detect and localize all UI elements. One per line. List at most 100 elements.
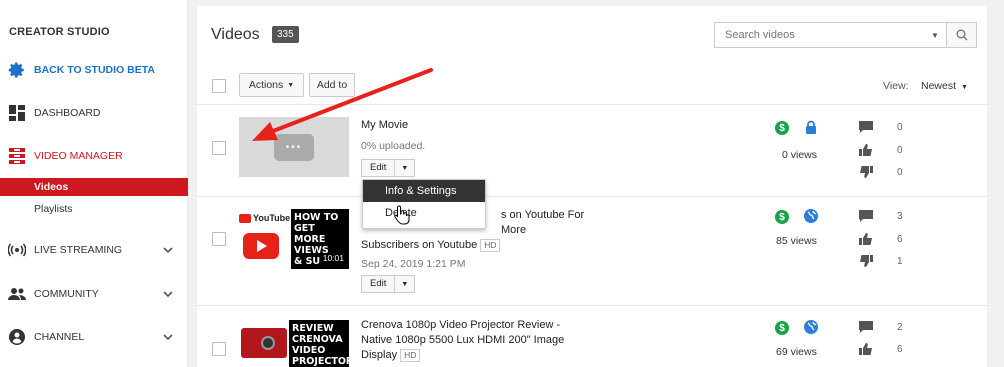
sidebar-subitem-videos[interactable]: Videos <box>0 178 188 196</box>
projector-image <box>241 328 287 358</box>
search-button[interactable] <box>946 23 976 47</box>
edit-label: Edit <box>362 160 396 176</box>
video-title-line2[interactable]: Native 1080p 5500 Lux HDMI 200" Image <box>361 332 564 348</box>
menu-item-delete[interactable]: Delete <box>363 202 485 224</box>
add-to-button[interactable]: Add to <box>309 73 355 97</box>
actions-button[interactable]: Actions ▼ <box>239 73 304 97</box>
edit-dropdown-menu: Info & Settings Delete <box>362 179 486 229</box>
hand-cursor-icon <box>394 205 410 225</box>
play-icon <box>243 233 279 259</box>
upload-status: 0% uploaded. <box>361 140 426 152</box>
sidebar: CREATOR STUDIO BACK TO STUDIO BETA DASHB… <box>0 0 188 367</box>
sidebar-item-label: COMMUNITY <box>34 288 99 300</box>
like-count: 6 <box>897 234 903 245</box>
view-sort-value: Newest <box>921 80 957 92</box>
chevron-down-icon[interactable] <box>162 288 174 300</box>
youtube-logo: YouTube <box>239 213 290 223</box>
sidebar-item-live-streaming[interactable]: LIVE STREAMING <box>0 237 188 263</box>
edit-dropdown-icon[interactable]: ▼ <box>395 281 414 288</box>
sidebar-item-channel[interactable]: CHANNEL <box>0 324 188 350</box>
sidebar-item-dashboard[interactable]: DASHBOARD <box>0 100 188 126</box>
sidebar-item-label: DASHBOARD <box>34 107 101 119</box>
duration-label: 10:01 <box>320 253 346 263</box>
view-count: 0 views <box>782 149 818 161</box>
video-manager-panel: Videos 335 ▼ Actions▼ Add to View: Newes… <box>197 6 987 367</box>
comment-icon <box>859 121 873 133</box>
row-checkbox[interactable] <box>212 232 226 246</box>
comment-icon <box>859 321 873 333</box>
video-manager-icon <box>8 147 26 165</box>
sidebar-subitem-playlists[interactable]: Playlists <box>0 200 188 218</box>
thumbs-up-icon <box>859 233 872 245</box>
view-label: View: <box>883 80 909 92</box>
video-title-line2[interactable]: More <box>501 222 526 238</box>
chevron-down-icon[interactable] <box>162 244 174 256</box>
public-globe-icon <box>804 209 818 223</box>
people-icon <box>8 285 26 303</box>
edit-label: Edit <box>362 276 396 292</box>
page-title: Videos <box>211 26 260 43</box>
processing-placeholder-icon: ••• <box>274 134 314 161</box>
live-icon <box>8 241 26 259</box>
sidebar-item-label: CHANNEL <box>34 331 85 343</box>
sidebar-item-label: LIVE STREAMING <box>34 244 123 256</box>
hd-badge: HD <box>400 349 421 362</box>
public-globe-icon <box>804 320 818 334</box>
private-lock-icon <box>806 120 816 134</box>
channel-icon <box>8 328 26 346</box>
thumbs-up-icon <box>859 343 872 355</box>
row-checkbox[interactable] <box>212 342 226 356</box>
caret-down-icon: ▼ <box>961 84 968 91</box>
comment-count: 3 <box>897 211 903 222</box>
like-count: 6 <box>897 344 903 355</box>
chevron-down-icon[interactable] <box>162 331 174 343</box>
monetization-icon: $ <box>775 121 789 135</box>
caret-down-icon: ▼ <box>287 81 295 89</box>
gear-icon <box>8 61 26 79</box>
comment-count: 0 <box>897 122 903 133</box>
video-title-line1[interactable]: s on Youtube For <box>501 207 584 223</box>
sidebar-item-back-to-studio-beta[interactable]: BACK TO STUDIO BETA <box>0 57 188 83</box>
divider <box>197 305 987 306</box>
video-count-badge: 335 <box>272 26 299 43</box>
like-count: 0 <box>897 145 903 156</box>
sidebar-item-community[interactable]: COMMUNITY <box>0 281 188 307</box>
actions-label: Actions <box>248 79 284 91</box>
hd-badge: HD <box>480 239 501 252</box>
search-icon <box>956 29 967 41</box>
sidebar-item-label: VIDEO MANAGER <box>34 150 123 162</box>
row-checkbox[interactable] <box>212 141 226 155</box>
monetization-icon: $ <box>775 321 789 335</box>
view-sort-select[interactable]: Newest ▼ <box>921 80 968 92</box>
sidebar-title: CREATOR STUDIO <box>9 26 110 38</box>
upload-date: Sep 24, 2019 1:21 PM <box>361 258 466 270</box>
select-all-checkbox[interactable] <box>212 79 226 93</box>
video-title-line3[interactable]: Display HD <box>361 347 421 363</box>
dislike-count: 0 <box>897 167 903 178</box>
video-thumbnail[interactable]: REVIEW CRENOVA VIDEO PROJECTOR <box>239 320 349 367</box>
comment-icon <box>859 210 873 222</box>
thumbs-down-icon <box>860 255 873 267</box>
search-box: ▼ <box>714 22 977 48</box>
edit-button[interactable]: Edit ▼ <box>361 159 416 177</box>
thumbnail-text: REVIEW CRENOVA VIDEO PROJECTOR <box>289 320 349 367</box>
divider <box>197 196 987 197</box>
edit-button[interactable]: Edit ▼ <box>361 275 416 293</box>
divider <box>197 104 987 105</box>
sidebar-item-video-manager[interactable]: VIDEO MANAGER <box>0 143 188 169</box>
video-thumbnail[interactable]: ••• <box>239 117 349 177</box>
video-title-line1[interactable]: Crenova 1080p Video Projector Review - <box>361 317 560 333</box>
video-thumbnail[interactable]: YouTube HOW TO GET MORE VIEWS & SU 10:01 <box>239 209 349 269</box>
view-count: 85 views <box>776 235 817 247</box>
video-title-line3[interactable]: Subscribers on Youtube HD <box>361 237 501 253</box>
menu-item-info-settings[interactable]: Info & Settings <box>363 180 485 202</box>
monetization-icon: $ <box>775 210 789 224</box>
search-input[interactable] <box>715 24 924 46</box>
video-title-link[interactable]: My Movie <box>361 117 408 133</box>
edit-dropdown-icon[interactable]: ▼ <box>395 165 414 172</box>
dashboard-icon <box>8 104 26 122</box>
dislike-count: 1 <box>897 256 903 267</box>
thumbs-up-icon <box>859 144 872 156</box>
sidebar-item-label: BACK TO STUDIO BETA <box>34 64 155 76</box>
search-dropdown-arrow-icon[interactable]: ▼ <box>924 23 946 47</box>
